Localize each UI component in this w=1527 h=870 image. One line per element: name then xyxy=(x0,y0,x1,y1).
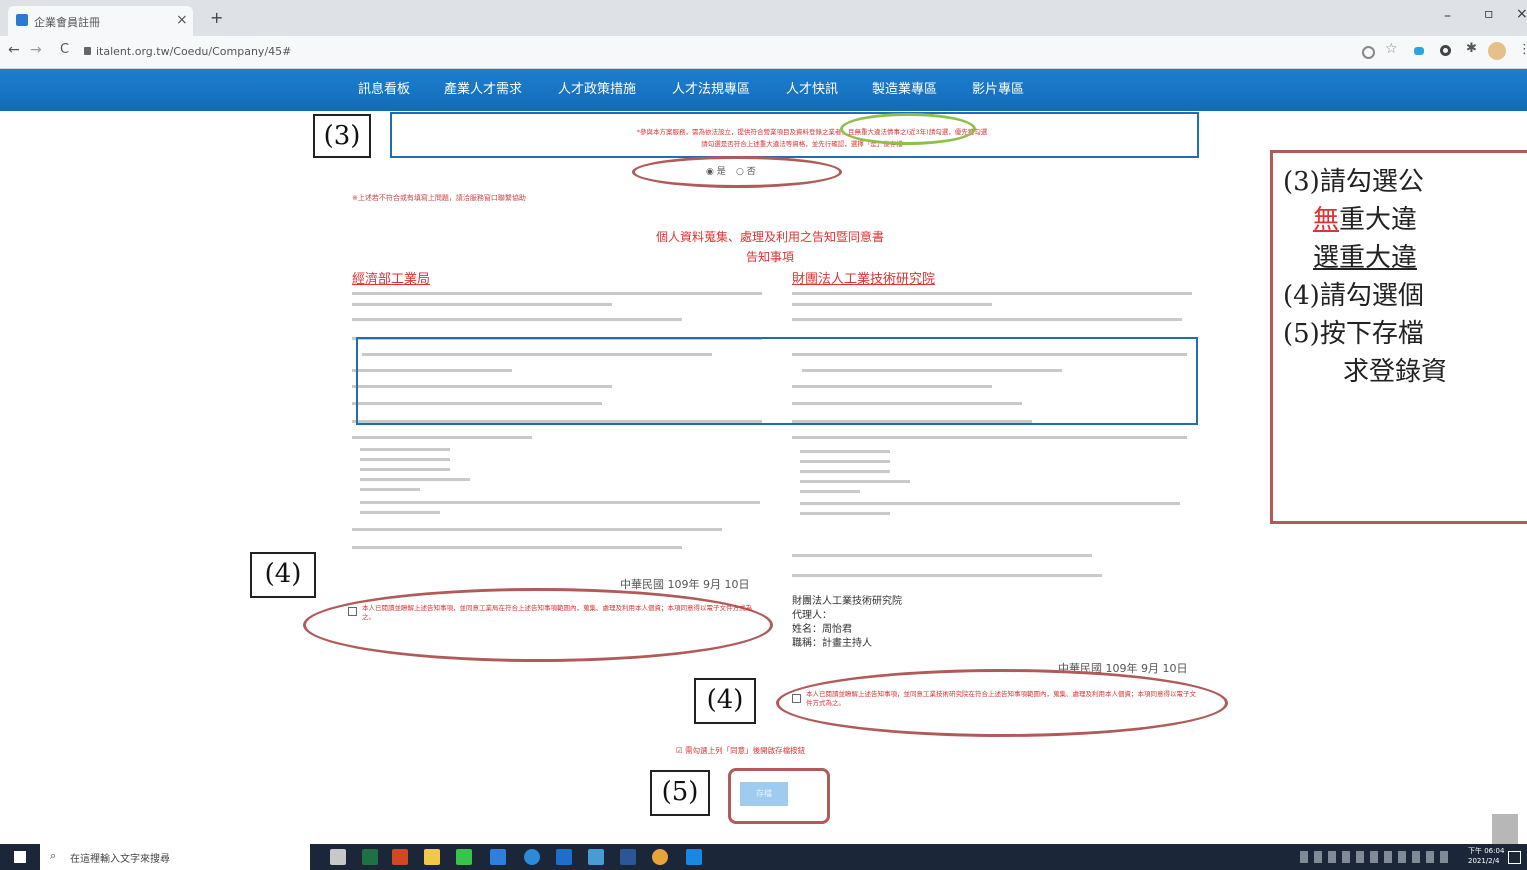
maximize-button[interactable]: ▫ xyxy=(1484,6,1494,22)
scroll-top-button[interactable] xyxy=(1492,814,1518,844)
agent-name: 姓名：周怡君 xyxy=(792,624,852,635)
nav-item-policy[interactable]: 人才政策措施 xyxy=(558,69,636,111)
right-consent-check-label: 本人已閱讀並瞭解上述告知事項，並同意工業技術研究院在符合上述告知事項範圍內，蒐集… xyxy=(806,690,1196,707)
extensions-puzzle-icon[interactable]: ✱ xyxy=(1466,41,1477,56)
notice-line-2: 請勾選是否符合上述重大違法等資格，並先行確認，選擇「是」後存檔 xyxy=(701,140,903,148)
radio-yes-dot-icon: ◉ xyxy=(706,167,714,177)
taskbar-search[interactable]: ⌕ 在這裡輸入文字來搜尋 xyxy=(40,844,310,870)
radio-yes-label: 是 xyxy=(716,167,726,177)
agent-org: 財團法人工業技術研究院 xyxy=(792,596,902,607)
save-button[interactable]: 存檔 xyxy=(740,782,788,806)
chrome-icon[interactable] xyxy=(652,849,668,865)
notification-icon[interactable] xyxy=(1508,851,1521,864)
note-line-1: (3)請勾選公 xyxy=(1283,167,1424,197)
note-line-4: (4)請勾選個 xyxy=(1283,281,1424,311)
app-icon[interactable] xyxy=(686,849,702,865)
radio-yes[interactable]: ◉ 是 xyxy=(706,164,726,177)
extension-icon[interactable] xyxy=(1440,45,1451,56)
highlight-box-blue xyxy=(356,337,1198,425)
nav-item-industry-demand[interactable]: 產業人才需求 xyxy=(444,69,522,111)
windows-start-icon[interactable] xyxy=(14,851,26,863)
radio-no-label: 否 xyxy=(746,167,756,177)
edge-icon[interactable] xyxy=(524,849,540,865)
site-nav-bar: 訊息看板 產業人才需求 人才政策措施 人才法規專區 人才快訊 製造業專區 影片專… xyxy=(0,69,1527,111)
agent-role: 職稱：計畫主持人 xyxy=(792,638,872,649)
profile-avatar[interactable] xyxy=(1488,42,1506,60)
annotation-label-3: (3) xyxy=(313,114,371,158)
left-check-highlight xyxy=(303,588,773,662)
task-view-icon[interactable] xyxy=(330,849,346,865)
clock-time[interactable]: 下午 06:04 xyxy=(1468,846,1504,856)
address-bar-row: ← → C italent.org.tw/Coedu/Company/45# ☆… xyxy=(0,36,1527,69)
nav-item-manufacturing[interactable]: 製造業專區 xyxy=(872,69,937,111)
star-icon[interactable]: ☆ xyxy=(1385,41,1398,57)
note-line-3: 選重大違 xyxy=(1313,243,1418,273)
clock-date[interactable]: 2021/2/4 xyxy=(1468,857,1499,865)
media-app-icon[interactable] xyxy=(588,849,604,865)
bottom-note: ☑ 需勾選上列「同意」後開啟存檔按鈕 xyxy=(676,746,806,755)
tab-title: 企業會員註冊 xyxy=(34,16,100,29)
nav-item-regulations[interactable]: 人才法規專區 xyxy=(672,69,750,111)
reload-button[interactable]: C xyxy=(60,42,69,57)
highlight-oval-green xyxy=(840,113,976,145)
agent-label: 代理人： xyxy=(792,610,832,621)
helper-text: ※上述若不符合或有填寫上問題，請洽服務窗口聯繫協助 xyxy=(352,194,526,202)
word-icon[interactable] xyxy=(620,849,636,865)
menu-icon[interactable]: ⋮ xyxy=(1518,42,1527,57)
radio-no-circle-icon: ○ xyxy=(736,167,744,177)
nav-item-bulletin[interactable]: 訊息看板 xyxy=(358,69,410,111)
left-consent-check-label: 本人已閱讀並瞭解上述告知事項，並同意工業局在符合上述告知事項範圍內，蒐集、處理及… xyxy=(362,604,752,621)
favicon-icon xyxy=(16,14,28,26)
nav-item-news[interactable]: 人才快訊 xyxy=(786,69,838,111)
taskbar: ⌕ 在這裡輸入文字來搜尋 下午 06:04 2021/2/4 xyxy=(0,844,1527,870)
back-button[interactable]: ← xyxy=(8,42,20,58)
minimize-button[interactable]: – xyxy=(1444,8,1451,24)
excel-icon[interactable] xyxy=(362,849,378,865)
left-consent-body xyxy=(352,290,770,560)
system-tray-icons[interactable] xyxy=(1300,851,1450,863)
note-line-2-red: 無 xyxy=(1313,205,1340,235)
file-explorer-icon[interactable] xyxy=(424,849,440,865)
note-line-2: 無重大違 xyxy=(1313,199,1417,236)
close-window-button[interactable]: × xyxy=(1516,6,1527,22)
new-tab-button[interactable]: + xyxy=(210,8,223,27)
powerpoint-icon[interactable] xyxy=(392,849,408,865)
right-consent-body xyxy=(792,290,1197,590)
radio-no[interactable]: ○ 否 xyxy=(736,164,756,177)
left-date: 中華民國 109年 9月 10日 xyxy=(620,578,750,591)
note-line-2-rest: 重大違 xyxy=(1339,205,1418,235)
notice-line-1: *參與本方案服務，需為依法設立，提供符合營業項目及資料登錄之業者，且無重大違法情… xyxy=(636,128,988,136)
instruction-note: (3)請勾選公 無重大違 選重大違 (4)請勾選個 (5)按下存檔 求登錄資 xyxy=(1270,150,1527,524)
right-org-title: 財團法人工業技術研究院 xyxy=(792,272,936,287)
line-app-icon[interactable] xyxy=(456,849,472,865)
annotation-label-5: (5) xyxy=(650,770,710,816)
nav-item-video[interactable]: 影片專區 xyxy=(972,69,1024,111)
annotation-label-4a: (4) xyxy=(250,552,316,598)
left-consent-checkbox[interactable] xyxy=(348,607,357,616)
browser-tab-bar: 企業會員註冊 × + – ▫ × xyxy=(0,0,1527,36)
tab-close-icon[interactable]: × xyxy=(176,12,188,28)
zoom-icon[interactable] xyxy=(1362,46,1375,59)
note-line-6: 求登錄資 xyxy=(1343,357,1448,387)
consent-subtitle: 告知事項 xyxy=(745,250,794,264)
url-field[interactable]: italent.org.tw/Coedu/Company/45# xyxy=(96,41,1326,63)
consent-title: 個人資料蒐集、處理及利用之告知暨同意書 xyxy=(655,230,884,244)
extension-icon[interactable] xyxy=(1414,47,1424,55)
note-line-5: (5)按下存檔 xyxy=(1283,319,1424,349)
notice-box: *參與本方案服務，需為依法設立，提供符合營業項目及資料登錄之業者，且無重大違法情… xyxy=(390,112,1199,158)
forward-button[interactable]: → xyxy=(30,42,42,58)
outlook-icon[interactable] xyxy=(556,849,572,865)
taskbar-search-placeholder: 在這裡輸入文字來搜尋 xyxy=(70,854,170,865)
browser-tab[interactable]: 企業會員註冊 × xyxy=(8,6,193,36)
left-org-title: 經濟部工業局 xyxy=(352,272,431,287)
search-icon: ⌕ xyxy=(50,849,57,862)
right-consent-checkbox[interactable] xyxy=(792,694,801,703)
acrobat-icon[interactable] xyxy=(490,849,506,865)
lock-icon xyxy=(84,47,91,55)
annotation-label-4b: (4) xyxy=(694,678,756,724)
